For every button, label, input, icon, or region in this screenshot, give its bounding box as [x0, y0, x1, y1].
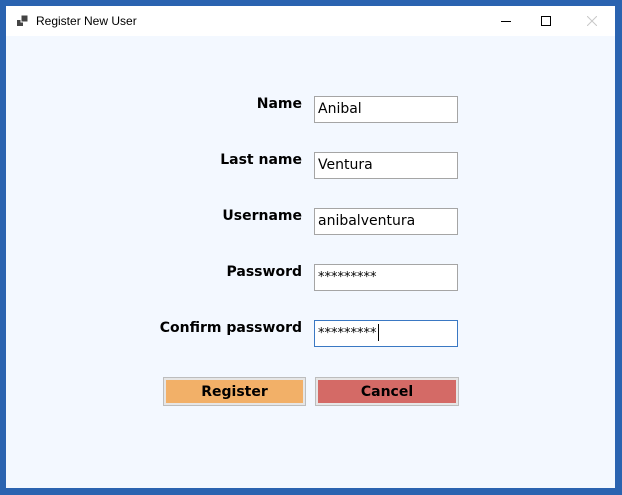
- confirm-password-field[interactable]: *********: [314, 320, 458, 347]
- app-window-icon: [17, 15, 29, 26]
- password-field[interactable]: *********: [314, 264, 458, 291]
- confirm-password-label: Confirm password: [159, 320, 302, 336]
- register-button-label: Register: [166, 380, 303, 403]
- username-field[interactable]: anibalventura: [314, 208, 458, 235]
- username-label: Username: [222, 208, 302, 224]
- last-name-field[interactable]: Ventura: [314, 152, 458, 179]
- password-label: Password: [226, 264, 302, 280]
- cancel-button-label: Cancel: [318, 380, 456, 403]
- title-bar[interactable]: Register New User: [6, 6, 615, 36]
- register-button[interactable]: Register: [163, 377, 306, 406]
- cancel-button[interactable]: Cancel: [315, 377, 459, 406]
- close-button[interactable]: [569, 6, 615, 36]
- last-name-label: Last name: [220, 152, 302, 168]
- name-field[interactable]: Anibal: [314, 96, 458, 123]
- text-caret: [377, 323, 379, 341]
- maximize-icon: [541, 16, 551, 26]
- minimize-icon: [501, 21, 511, 22]
- window-title: Register New User: [36, 14, 137, 28]
- confirm-password-value: *********: [318, 326, 377, 341]
- register-window: Register New User Name Anibal Last name …: [6, 6, 615, 488]
- name-label: Name: [256, 96, 302, 112]
- maximize-button[interactable]: [523, 6, 569, 36]
- close-icon: [587, 16, 597, 26]
